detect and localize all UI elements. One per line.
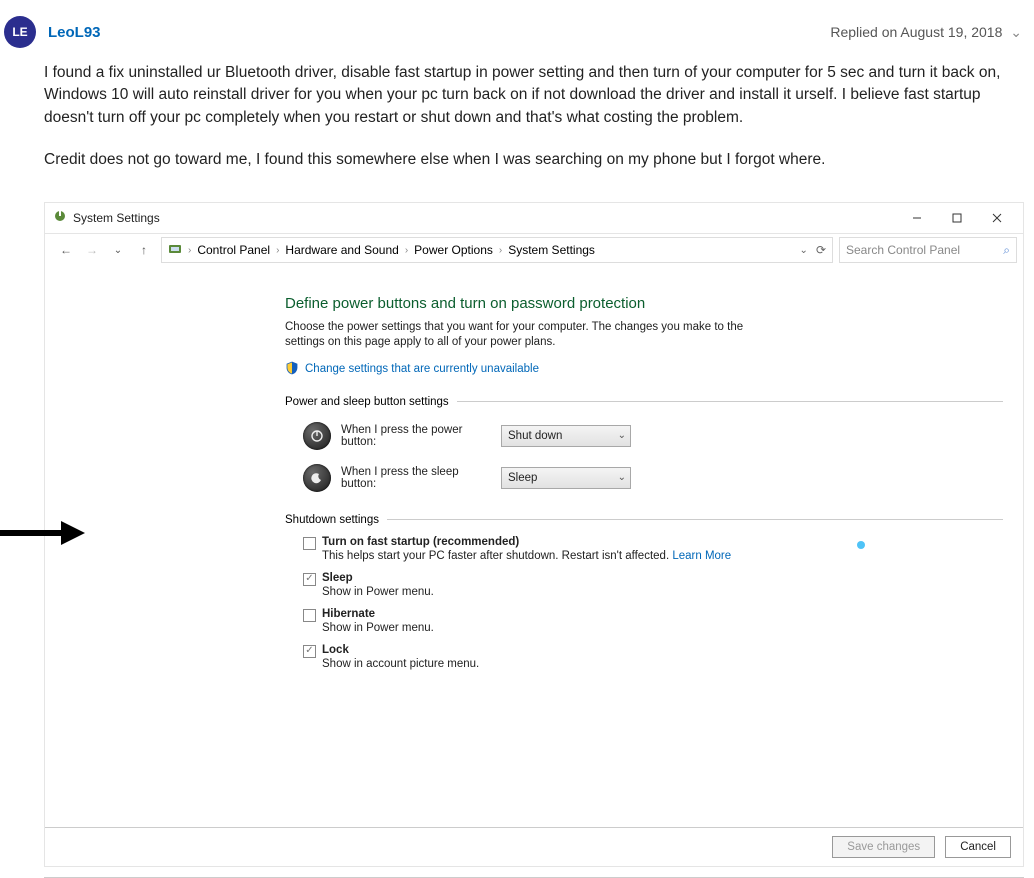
- power-button-row: When I press the power button: Shut down…: [285, 422, 1003, 450]
- app-icon: [53, 209, 67, 226]
- section-title: Shutdown settings: [285, 514, 379, 526]
- author-link[interactable]: LeoL93: [48, 24, 101, 41]
- navbar: ← → ⌄ ↑ › Control Panel › Hardware and S…: [45, 233, 1023, 267]
- chevron-down-icon: ⌄: [1010, 24, 1022, 40]
- sleep-checkbox[interactable]: [303, 573, 316, 586]
- reply-timestamp-text: Replied on August 19, 2018: [830, 24, 1002, 40]
- post-paragraph: Credit does not go toward me, I found th…: [44, 149, 1022, 171]
- chevron-down-icon[interactable]: ⌄: [800, 245, 808, 256]
- post-paragraph: I found a fix uninstalled ur Bluetooth d…: [44, 62, 1022, 129]
- page-subheading: Choose the power settings that you want …: [285, 320, 785, 351]
- lock-checkbox-row: Lock Show in account picture menu.: [285, 644, 1003, 670]
- change-settings-link[interactable]: Change settings that are currently unava…: [305, 363, 539, 375]
- annotation-arrow: [0, 515, 85, 551]
- close-button[interactable]: [977, 204, 1017, 232]
- refresh-icon[interactable]: ⟳: [816, 243, 826, 257]
- divider: [457, 401, 1003, 402]
- footer: Save changes Cancel: [45, 827, 1023, 866]
- hibernate-checkbox-label: Hibernate: [322, 608, 375, 620]
- lock-checkbox[interactable]: [303, 645, 316, 658]
- sleep-button-dropdown[interactable]: Sleep ⌄: [501, 467, 631, 489]
- chevron-down-icon: ⌄: [618, 430, 626, 441]
- shield-icon: [285, 361, 299, 378]
- sleep-checkbox-label: Sleep: [322, 572, 353, 584]
- breadcrumb-item[interactable]: Hardware and Sound: [285, 243, 398, 257]
- chevron-right-icon: ›: [499, 245, 502, 256]
- forward-button[interactable]: →: [85, 243, 99, 257]
- chevron-right-icon: ›: [188, 245, 191, 256]
- sleep-checkbox-desc: Show in Power menu.: [322, 586, 434, 598]
- fast-startup-checkbox[interactable]: [303, 537, 316, 550]
- power-icon: [303, 422, 331, 450]
- search-input[interactable]: Search Control Panel ⌕: [839, 237, 1017, 263]
- post-body: I found a fix uninstalled ur Bluetooth d…: [4, 62, 1022, 202]
- sleep-button-label: When I press the sleep button:: [341, 466, 491, 490]
- save-changes-button[interactable]: Save changes: [832, 836, 935, 858]
- back-button[interactable]: ←: [59, 243, 73, 257]
- cancel-button[interactable]: Cancel: [945, 836, 1011, 858]
- chevron-right-icon: ›: [276, 245, 279, 256]
- reply-timestamp[interactable]: Replied on August 19, 2018 ⌄: [830, 24, 1022, 41]
- titlebar: System Settings: [45, 203, 1023, 233]
- minimize-button[interactable]: [897, 204, 937, 232]
- post-header: LE LeoL93 Replied on August 19, 2018 ⌄: [4, 16, 1022, 62]
- fast-startup-desc: This helps start your PC faster after sh…: [322, 550, 672, 562]
- hibernate-checkbox-row: Hibernate Show in Power menu.: [285, 608, 1003, 634]
- recent-chevron-icon[interactable]: ⌄: [111, 243, 125, 257]
- lock-checkbox-desc: Show in account picture menu.: [322, 658, 479, 670]
- window-title: System Settings: [73, 211, 160, 225]
- search-placeholder: Search Control Panel: [846, 243, 960, 257]
- control-panel-icon: [168, 242, 182, 259]
- breadcrumb-item[interactable]: Power Options: [414, 243, 493, 257]
- sleep-checkbox-row: Sleep Show in Power menu.: [285, 572, 1003, 598]
- breadcrumb-item[interactable]: Control Panel: [197, 243, 270, 257]
- section-header: Shutdown settings: [285, 514, 1003, 526]
- avatar[interactable]: LE: [4, 16, 36, 48]
- fast-startup-checkbox-row: Turn on fast startup (recommended) This …: [285, 536, 1003, 562]
- dropdown-value: Shut down: [508, 430, 562, 442]
- sleep-icon: [303, 464, 331, 492]
- fast-startup-label: Turn on fast startup (recommended): [322, 536, 519, 548]
- maximize-button[interactable]: [937, 204, 977, 232]
- sleep-button-row: When I press the sleep button: Sleep ⌄: [285, 464, 1003, 492]
- chevron-right-icon: ›: [405, 245, 408, 256]
- annotation-dot: [857, 541, 865, 549]
- lock-checkbox-label: Lock: [322, 644, 349, 656]
- page-heading: Define power buttons and turn on passwor…: [285, 295, 1003, 312]
- chevron-down-icon: ⌄: [618, 472, 626, 483]
- section-header: Power and sleep button settings: [285, 396, 1003, 408]
- power-button-dropdown[interactable]: Shut down ⌄: [501, 425, 631, 447]
- up-button[interactable]: ↑: [137, 243, 151, 257]
- divider: [387, 519, 1003, 520]
- learn-more-link[interactable]: Learn More: [672, 550, 731, 562]
- dropdown-value: Sleep: [508, 472, 537, 484]
- screenshot-window: System Settings ← → ⌄ ↑ › Control Panel: [44, 202, 1024, 867]
- hibernate-checkbox-desc: Show in Power menu.: [322, 622, 434, 634]
- section-title: Power and sleep button settings: [285, 396, 449, 408]
- breadcrumb[interactable]: › Control Panel › Hardware and Sound › P…: [161, 237, 833, 263]
- search-icon: ⌕: [1003, 243, 1010, 258]
- hibernate-checkbox[interactable]: [303, 609, 316, 622]
- breadcrumb-item[interactable]: System Settings: [508, 243, 595, 257]
- content-area: Define power buttons and turn on passwor…: [45, 267, 1023, 827]
- power-button-label: When I press the power button:: [341, 424, 491, 448]
